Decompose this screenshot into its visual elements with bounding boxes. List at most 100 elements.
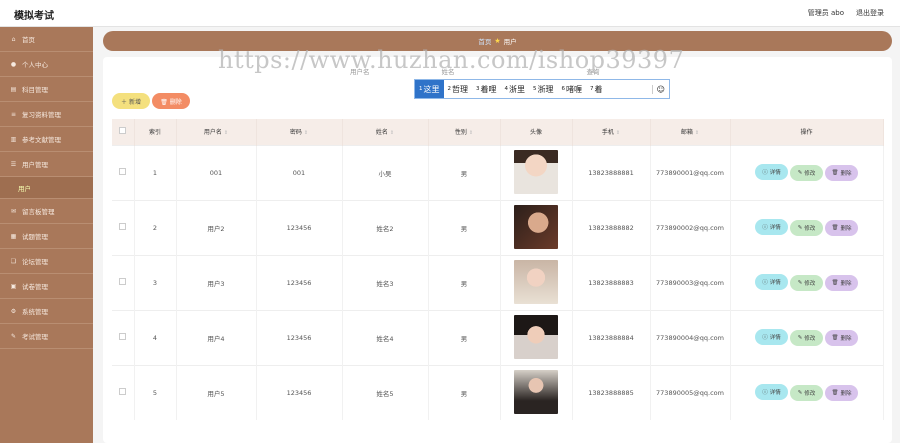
ime-candidate-text: 着哩: [480, 84, 497, 94]
sidebar-item[interactable]: ✉ 留言板管理: [0, 199, 93, 224]
ime-candidate[interactable]: 4 浙里: [501, 80, 530, 98]
row-checkbox[interactable]: [112, 144, 135, 200]
email-cell: 773890004@qq.com: [650, 309, 731, 365]
sidebar-item[interactable]: ☰ 用户管理: [0, 152, 93, 177]
user-table: 索引 用户名 ⇕ 密码 ⇕ 姓名 ⇕ 性别 ⇕ 头像 手机 ⇕ 邮箱 ⇕ 操作 1 001 001 小吴男 1382…: [112, 119, 884, 420]
select-all-checkbox[interactable]: [112, 119, 135, 145]
phone-cell: 13823888883: [572, 254, 651, 310]
detail-button-label: 详情: [769, 390, 781, 397]
breadcrumb-home[interactable]: 首页: [478, 36, 491, 46]
edit-button[interactable]: ✎ 修改: [790, 220, 823, 236]
breadcrumb-current: 用户: [503, 38, 517, 46]
ime-candidate[interactable]: 7着: [586, 80, 607, 98]
delete-button[interactable]: 🗑 删除: [825, 330, 858, 346]
avatar-cell: [500, 199, 573, 255]
delete-button[interactable]: 🗑 删除: [825, 165, 858, 181]
ime-candidate[interactable]: 5 浙理: [529, 80, 558, 98]
sidebar-item[interactable]: ⚙ 系统管理: [0, 299, 93, 324]
ime-candidate-number: 5: [533, 86, 537, 92]
column-header[interactable]: 密码 ⇕: [256, 119, 343, 145]
table-row: 3 用户3 123456 姓名3 男 13823888883 773890003@qq.co…: [112, 254, 884, 310]
delete-icon: 🗑: [831, 225, 839, 231]
column-header-label: 头像: [529, 129, 542, 137]
delete-button[interactable]: 🗑 删除: [825, 385, 858, 402]
sort-icon[interactable]: ⇕: [695, 130, 699, 136]
row-checkbox[interactable]: [112, 364, 135, 420]
ime-candidate-number: 7: [590, 86, 594, 92]
edit-button[interactable]: ✎ 修改: [790, 275, 823, 291]
actions-cell: ⓘ 详情 ✎ 修改 🗑 删除: [730, 364, 884, 420]
sidebar-item[interactable]: ● 个人中心: [0, 52, 93, 77]
sidebar-subitem[interactable]: 用户: [0, 177, 93, 199]
sort-icon[interactable]: ⇕: [390, 130, 394, 136]
sort-icon[interactable]: ⇕: [304, 130, 308, 136]
column-header[interactable]: 头像: [500, 119, 573, 145]
username-cell: 用户2: [176, 199, 257, 255]
table-row: 5 用户5 123456 姓名5 男 13823888885 773890005@qq.co…: [112, 364, 884, 420]
column-header-label: 姓名: [375, 129, 388, 137]
column-header[interactable]: 性别 ⇕: [428, 119, 501, 145]
edit-button[interactable]: ✎ 修改: [790, 385, 823, 402]
email-cell: 773890003@qq.com: [650, 254, 731, 310]
sort-icon[interactable]: ⇕: [469, 130, 473, 136]
ime-candidate[interactable]: 2 哲理: [444, 80, 473, 98]
edit-button[interactable]: ✎ 修改: [790, 330, 823, 346]
admin-label: 管理员 abo: [807, 9, 844, 17]
delete-button-label: 删除: [840, 336, 852, 342]
column-header[interactable]: 邮箱 ⇕: [650, 119, 731, 145]
column-header[interactable]: 索引: [134, 119, 177, 145]
column-header-label: 性别: [454, 129, 467, 137]
batch-delete-button[interactable]: 🗑 删除: [152, 93, 190, 109]
table-header: 索引 用户名 ⇕ 密码 ⇕ 姓名 ⇕ 性别 ⇕ 头像 手机 ⇕ 邮箱 ⇕ 操作: [112, 119, 884, 145]
phone-cell: 13823888882: [572, 199, 651, 255]
sidebar-item-label: 个人中心: [22, 61, 48, 69]
row-checkbox[interactable]: [112, 254, 135, 310]
query-button[interactable]: 查询: [587, 66, 600, 76]
detail-button[interactable]: ⓘ 详情: [755, 384, 788, 401]
detail-button[interactable]: ⓘ 详情: [755, 274, 788, 290]
smile-icon[interactable]: ☺: [651, 84, 665, 94]
logout-link[interactable]: 退出登录: [856, 8, 884, 18]
sidebar-item[interactable]: ✎ 考试管理: [0, 324, 93, 349]
delete-icon: 🗑: [831, 390, 839, 397]
ime-candidate[interactable]: 3 着哩: [472, 80, 501, 98]
name-cell: 姓名3: [342, 254, 429, 310]
detail-button[interactable]: ⓘ 详情: [755, 219, 788, 235]
index-cell: 3: [134, 254, 177, 310]
delete-button[interactable]: 🗑 删除: [825, 275, 858, 291]
column-header[interactable]: 操作: [730, 119, 884, 145]
delete-button-label: 删除: [840, 391, 852, 398]
actions-cell: ⓘ 详情 ✎ 修改 🗑 删除: [730, 254, 884, 310]
delete-button-label: 删除: [840, 171, 852, 177]
column-header[interactable]: 用户名 ⇕: [176, 119, 257, 145]
ime-candidate[interactable]: 6 啫喱: [558, 80, 587, 98]
detail-button[interactable]: ⓘ 详情: [755, 164, 788, 180]
sidebar-item[interactable]: ≡ 复习资料管理: [0, 102, 93, 127]
ime-candidate[interactable]: 1 这里: [415, 80, 444, 98]
column-header[interactable]: 姓名 ⇕: [342, 119, 429, 145]
sidebar-item[interactable]: ▣ 试卷管理: [0, 274, 93, 299]
avatar: [514, 149, 558, 194]
edit-icon: ✎: [797, 280, 803, 286]
edit-button[interactable]: ✎ 修改: [790, 165, 823, 181]
ime-candidate-text: 浙里: [509, 84, 525, 94]
sort-icon[interactable]: ⇕: [616, 130, 620, 136]
sidebar-item[interactable]: ▦ 试题管理: [0, 224, 93, 249]
sidebar-item-label: 参考文献管理: [22, 136, 61, 144]
name-cell: 姓名5: [342, 364, 429, 420]
detail-button[interactable]: ⓘ 详情: [755, 329, 788, 345]
column-header[interactable]: 手机 ⇕: [572, 119, 651, 145]
email-cell: 773890002@qq.com: [650, 199, 731, 255]
row-checkbox[interactable]: [112, 199, 135, 255]
breadcrumb: 首页 ★ 用户: [103, 31, 892, 51]
sidebar-item[interactable]: ❏ 论坛管理: [0, 249, 93, 274]
row-checkbox[interactable]: [112, 309, 135, 365]
add-button[interactable]: ＋ 新增: [112, 93, 150, 109]
sidebar-item[interactable]: ▥ 参考文献管理: [0, 127, 93, 152]
sidebar-item-label: 首页: [22, 36, 35, 44]
column-header-label: 索引: [148, 129, 161, 137]
sort-icon[interactable]: ⇕: [224, 130, 228, 136]
sidebar-item[interactable]: ▤ 科目管理: [0, 77, 93, 102]
sidebar-item[interactable]: ⌂ 首页: [0, 27, 93, 52]
delete-button[interactable]: 🗑 删除: [825, 220, 858, 236]
